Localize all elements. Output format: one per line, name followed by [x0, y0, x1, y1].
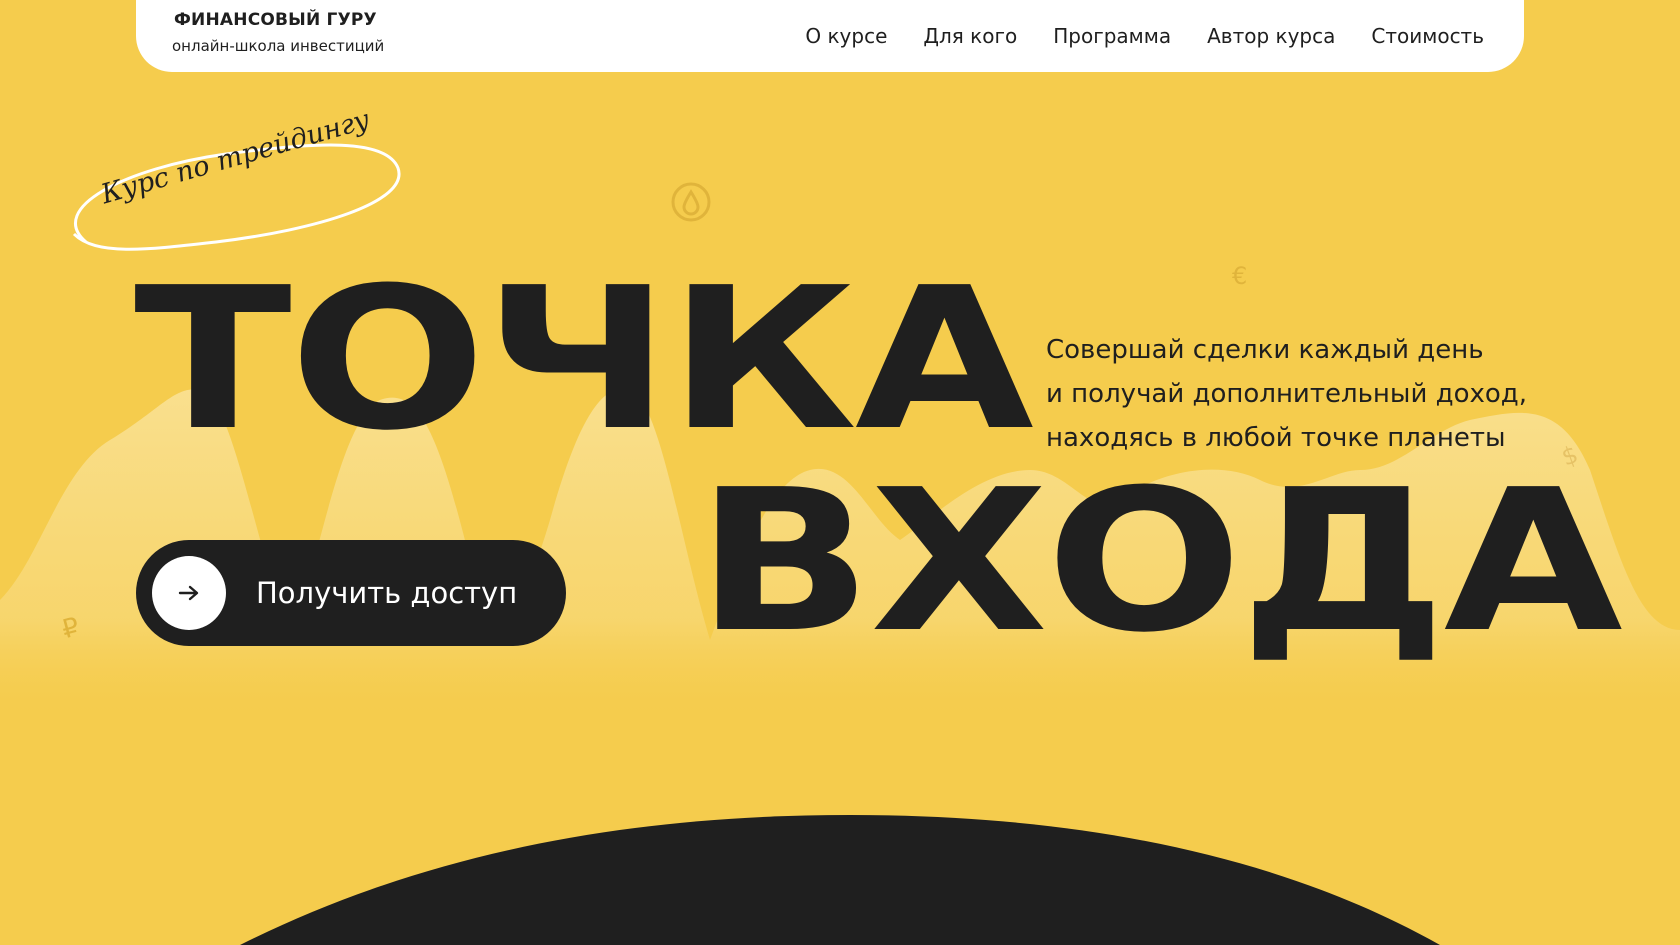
landing-page: € $ ₽ ФИНАНСОВЫЙ ГУРУ онлайн-школа инвес… — [0, 0, 1680, 945]
bottom-dark-arc — [240, 815, 1440, 945]
